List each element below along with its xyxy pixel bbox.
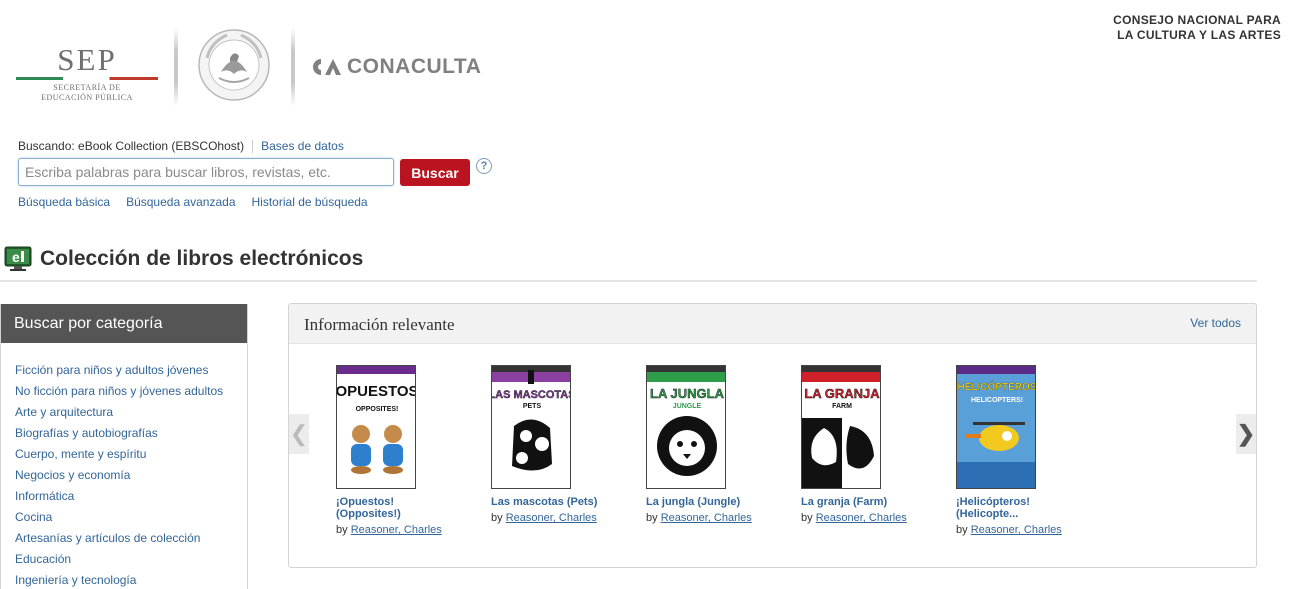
book-byline: by Reasoner, Charles xyxy=(801,512,941,524)
book-title-line2: (Opposites!) xyxy=(336,508,401,520)
sep-logo-subtitle: SECRETARÍA DE EDUCACIÓN PÚBLICA xyxy=(16,83,158,103)
book-card: ¡OPUESTOS! OPPOSITES! ¡Opuestos! (Opposi… xyxy=(336,365,476,536)
by-label: by xyxy=(801,512,813,524)
author-link[interactable]: Reasoner, Charles xyxy=(506,512,597,524)
conaculta-mark-icon xyxy=(313,59,341,75)
databases-link[interactable]: Bases de datos xyxy=(261,139,344,153)
searching-label: Buscando: eBook Collection (EBSCOhost) xyxy=(18,139,245,153)
book-byline: by Reasoner, Charles xyxy=(956,524,1096,536)
author-link[interactable]: Reasoner, Charles xyxy=(816,512,907,524)
category-sidebar: Buscar por categoría Ficción para niños … xyxy=(0,304,248,589)
book-title-line1: ¡Helicópteros! xyxy=(956,496,1030,508)
by-label: by xyxy=(646,512,658,524)
book-cover[interactable]: LA GRANJA FARM xyxy=(801,365,881,489)
book-title[interactable]: Las mascotas (Pets) xyxy=(491,496,631,508)
council-name-line2: LA CULTURA Y LAS ARTES xyxy=(1117,28,1281,42)
page-title: Colección de libros electrónicos xyxy=(40,247,364,270)
logo-divider xyxy=(174,28,178,106)
see-all-link[interactable]: Ver todos xyxy=(1190,316,1241,330)
breadcrumb-divider xyxy=(252,139,254,153)
council-name-line1: CONSEJO NACIONAL PARA xyxy=(1113,13,1281,27)
category-link[interactable]: Cuerpo, mente y espíritu xyxy=(15,444,247,465)
book-title[interactable]: ¡Opuestos! (Opposites!) xyxy=(336,496,476,520)
search-mode-links: Búsqueda básica Búsqueda avanzada Histor… xyxy=(18,195,368,209)
book-cover[interactable]: ¡HELICÓPTEROS! HELICOPTERS! xyxy=(956,365,1036,489)
cover-subtitle: PETS xyxy=(523,403,542,410)
book-title-line1: La jungla (Jungle) xyxy=(646,496,741,508)
book-title[interactable]: ¡Helicópteros! (Helicopte... xyxy=(956,496,1096,520)
mexican-coat-of-arms-seal-icon xyxy=(197,28,271,102)
cover-subtitle: HELICOPTERS! xyxy=(971,397,1023,404)
by-label: by xyxy=(336,524,348,536)
cover-title: ¡OPUESTOS! xyxy=(337,383,416,400)
by-label: by xyxy=(491,512,503,524)
category-link[interactable]: Educación xyxy=(15,549,247,570)
book-card: LA GRANJA FARM La granja (Farm) by Reaso… xyxy=(801,365,941,524)
book-title-line2: (Helicopte... xyxy=(956,508,1019,520)
category-link[interactable]: No ficción para niños y jóvenes adultos xyxy=(15,381,247,402)
logo-divider xyxy=(291,28,295,106)
cover-subtitle: OPPOSITES! xyxy=(356,406,399,413)
basic-search-link[interactable]: Búsqueda básica xyxy=(18,195,110,209)
category-link[interactable]: Arte y arquitectura xyxy=(15,402,247,423)
book-cover[interactable]: LAS MASCOTAS PETS xyxy=(491,365,571,489)
carousel-next-arrow-icon[interactable]: ❯ xyxy=(1236,414,1256,454)
title-divider xyxy=(0,280,1257,282)
author-link[interactable]: Reasoner, Charles xyxy=(971,524,1062,536)
cover-title: LA JUNGLA xyxy=(650,386,725,401)
page-header: e Colección de libros electrónicos xyxy=(4,246,363,272)
book-title-line1: ¡Opuestos! xyxy=(336,496,395,508)
cover-title: ¡HELICÓPTEROS! xyxy=(957,380,1036,393)
svg-text:e: e xyxy=(12,249,20,265)
book-byline: by Reasoner, Charles xyxy=(336,524,476,536)
book-card: ¡HELICÓPTEROS! HELICOPTERS! ¡Helicóptero… xyxy=(956,365,1096,536)
author-link[interactable]: Reasoner, Charles xyxy=(661,512,752,524)
carousel-prev-arrow-icon[interactable]: ❮ xyxy=(289,414,309,454)
conaculta-logo-text: CONACULTA xyxy=(347,55,482,78)
sep-logo-tricolor-bar xyxy=(16,77,158,80)
cover-subtitle: FARM xyxy=(832,403,852,410)
book-title[interactable]: La granja (Farm) xyxy=(801,496,941,508)
category-link[interactable]: Cocina xyxy=(15,507,247,528)
panel-header: Información relevante Ver todos xyxy=(289,304,1256,344)
book-cover[interactable]: ¡OPUESTOS! OPPOSITES! xyxy=(336,365,416,489)
search-input[interactable] xyxy=(18,158,394,186)
category-list: Ficción para niños y adultos jóvenes No … xyxy=(1,343,247,589)
category-link[interactable]: Biografías y autobiografías xyxy=(15,423,247,444)
panel-title: Información relevante xyxy=(304,315,455,334)
conaculta-logo: CONACULTA xyxy=(313,55,481,79)
sep-logo-subtitle-line2: EDUCACIÓN PÚBLICA xyxy=(41,93,133,102)
book-byline: by Reasoner, Charles xyxy=(646,512,786,524)
cover-title: LAS MASCOTAS xyxy=(492,389,571,401)
cover-title: LA GRANJA xyxy=(804,386,880,401)
council-name: CONSEJO NACIONAL PARA LA CULTURA Y LAS A… xyxy=(1061,13,1281,43)
book-title-line1: Las mascotas (Pets) xyxy=(491,496,598,508)
category-link[interactable]: Informática xyxy=(15,486,247,507)
book-title-line1: La granja (Farm) xyxy=(801,496,888,508)
author-link[interactable]: Reasoner, Charles xyxy=(351,524,442,536)
ebook-icon: e xyxy=(4,246,32,272)
sep-logo: SEP SECRETARÍA DE EDUCACIÓN PÚBLICA xyxy=(16,40,158,106)
search-history-link[interactable]: Historial de búsqueda xyxy=(252,195,368,209)
sidebar-heading: Buscar por categoría xyxy=(1,304,247,343)
search-button[interactable]: Buscar xyxy=(400,159,470,186)
category-link[interactable]: Ficción para niños y adultos jóvenes xyxy=(15,360,247,381)
advanced-search-link[interactable]: Búsqueda avanzada xyxy=(126,195,235,209)
sep-logo-subtitle-line1: SECRETARÍA DE xyxy=(53,83,121,92)
cover-subtitle: JUNGLE xyxy=(673,403,702,410)
book-card: LA JUNGLA JUNGLE La jungla (Jungle) by R… xyxy=(646,365,786,524)
category-link[interactable]: Ingeniería y tecnología xyxy=(15,570,247,589)
help-icon[interactable]: ? xyxy=(476,158,492,174)
searching-breadcrumb: Buscando: eBook Collection (EBSCOhost) B… xyxy=(18,139,344,153)
book-card: LAS MASCOTAS PETS Las mascotas (Pets) by… xyxy=(491,365,631,524)
book-cover[interactable]: LA JUNGLA JUNGLE xyxy=(646,365,726,489)
book-byline: by Reasoner, Charles xyxy=(491,512,631,524)
category-link[interactable]: Negocios y economía xyxy=(15,465,247,486)
book-title[interactable]: La jungla (Jungle) xyxy=(646,496,786,508)
relevant-info-panel: Información relevante Ver todos ❮ ❯ ¡OPU… xyxy=(288,303,1257,568)
category-link[interactable]: Artesanías y artículos de colección xyxy=(15,528,247,549)
sep-logo-title: SEP xyxy=(57,42,117,77)
by-label: by xyxy=(956,524,968,536)
